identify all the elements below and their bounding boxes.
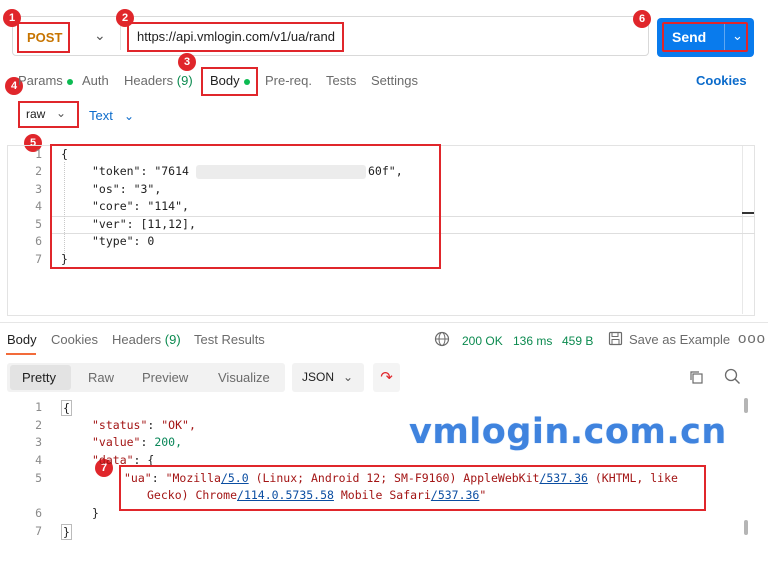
tab-settings[interactable]: Settings <box>371 73 418 88</box>
tab-body-highlight <box>201 67 258 96</box>
tab-pre-request[interactable]: Pre-req. <box>265 73 312 88</box>
tab-tests[interactable]: Tests <box>326 73 356 88</box>
line-number: 6 <box>35 506 42 520</box>
url-input[interactable]: https://api.vmlogin.com/v1/ua/rand <box>127 22 344 52</box>
format-raw[interactable]: Raw <box>88 370 114 385</box>
chevron-down-icon[interactable]: ⌄ <box>732 28 743 44</box>
tab-response-headers[interactable]: Headers (9) <box>112 332 181 347</box>
line-number: 7 <box>35 252 42 266</box>
line-number: 5 <box>35 217 42 231</box>
line-number: 7 <box>35 524 42 538</box>
status-code[interactable]: 200 OK <box>462 334 503 348</box>
watermark: vmlogin.com.cn <box>409 412 727 452</box>
line-number: 2 <box>35 418 42 432</box>
marker-2: 2 <box>116 9 134 27</box>
more-options-icon[interactable]: ooo <box>738 330 766 347</box>
chevron-down-icon[interactable]: ⌄ <box>56 106 66 120</box>
chevron-down-icon[interactable]: ⌄ <box>343 370 353 384</box>
line-number: 3 <box>35 435 42 449</box>
save-icon[interactable] <box>608 331 623 349</box>
marker-1: 1 <box>3 9 21 27</box>
marker-3: 3 <box>178 53 196 71</box>
wrap-lines-icon[interactable]: ↷ <box>373 363 400 392</box>
tab-response-body[interactable]: Body <box>7 332 37 347</box>
chevron-down-icon[interactable]: ⌄ <box>124 109 134 123</box>
response-time[interactable]: 136 ms <box>513 334 552 348</box>
line-number: 4 <box>35 199 42 213</box>
code-line: "value": 200, <box>92 435 183 449</box>
status-dot <box>66 78 73 85</box>
chevron-down-icon[interactable]: ⌄ <box>94 27 106 44</box>
marker-6: 6 <box>633 10 651 28</box>
format-pretty[interactable]: Pretty <box>22 370 56 385</box>
cookies-link[interactable]: Cookies <box>696 73 747 88</box>
tab-auth[interactable]: Auth <box>82 73 109 88</box>
search-icon[interactable] <box>724 368 741 388</box>
line-number: 3 <box>35 182 42 196</box>
line-number: 6 <box>35 234 42 248</box>
line-number: 2 <box>35 164 42 178</box>
tab-headers[interactable]: Headers (9) <box>124 73 193 88</box>
method-select[interactable]: POST <box>17 22 70 53</box>
request-body-highlight <box>50 144 441 269</box>
scrollbar[interactable] <box>744 398 748 413</box>
code-brace: } <box>61 524 72 540</box>
line-number: 4 <box>35 453 42 467</box>
format-preview[interactable]: Preview <box>142 370 188 385</box>
tab-response-cookies[interactable]: Cookies <box>51 332 98 347</box>
line-number: 5 <box>35 471 42 485</box>
save-as-example-button[interactable]: Save as Example <box>629 332 730 347</box>
scroll-marker <box>742 212 754 214</box>
code-line: "status": "OK", <box>92 418 196 432</box>
body-language-select[interactable]: Text <box>89 108 113 123</box>
tab-test-results[interactable]: Test Results <box>194 332 265 347</box>
scrollbar[interactable] <box>744 520 748 535</box>
line-number: 1 <box>35 400 42 414</box>
ua-highlight <box>119 465 706 511</box>
format-visualize[interactable]: Visualize <box>218 370 270 385</box>
divider <box>724 24 725 50</box>
active-tab-indicator <box>6 353 36 355</box>
tab-params[interactable]: Params <box>18 73 73 88</box>
line-number: 1 <box>35 147 42 161</box>
response-format-select[interactable]: JSON <box>292 363 364 392</box>
copy-icon[interactable] <box>688 369 704 388</box>
body-mode-select[interactable]: raw <box>18 101 79 128</box>
globe-icon[interactable] <box>434 331 450 350</box>
response-size[interactable]: 459 B <box>562 334 593 348</box>
divider <box>0 322 768 323</box>
code-brace: } <box>92 506 99 520</box>
code-brace: { <box>61 400 72 416</box>
